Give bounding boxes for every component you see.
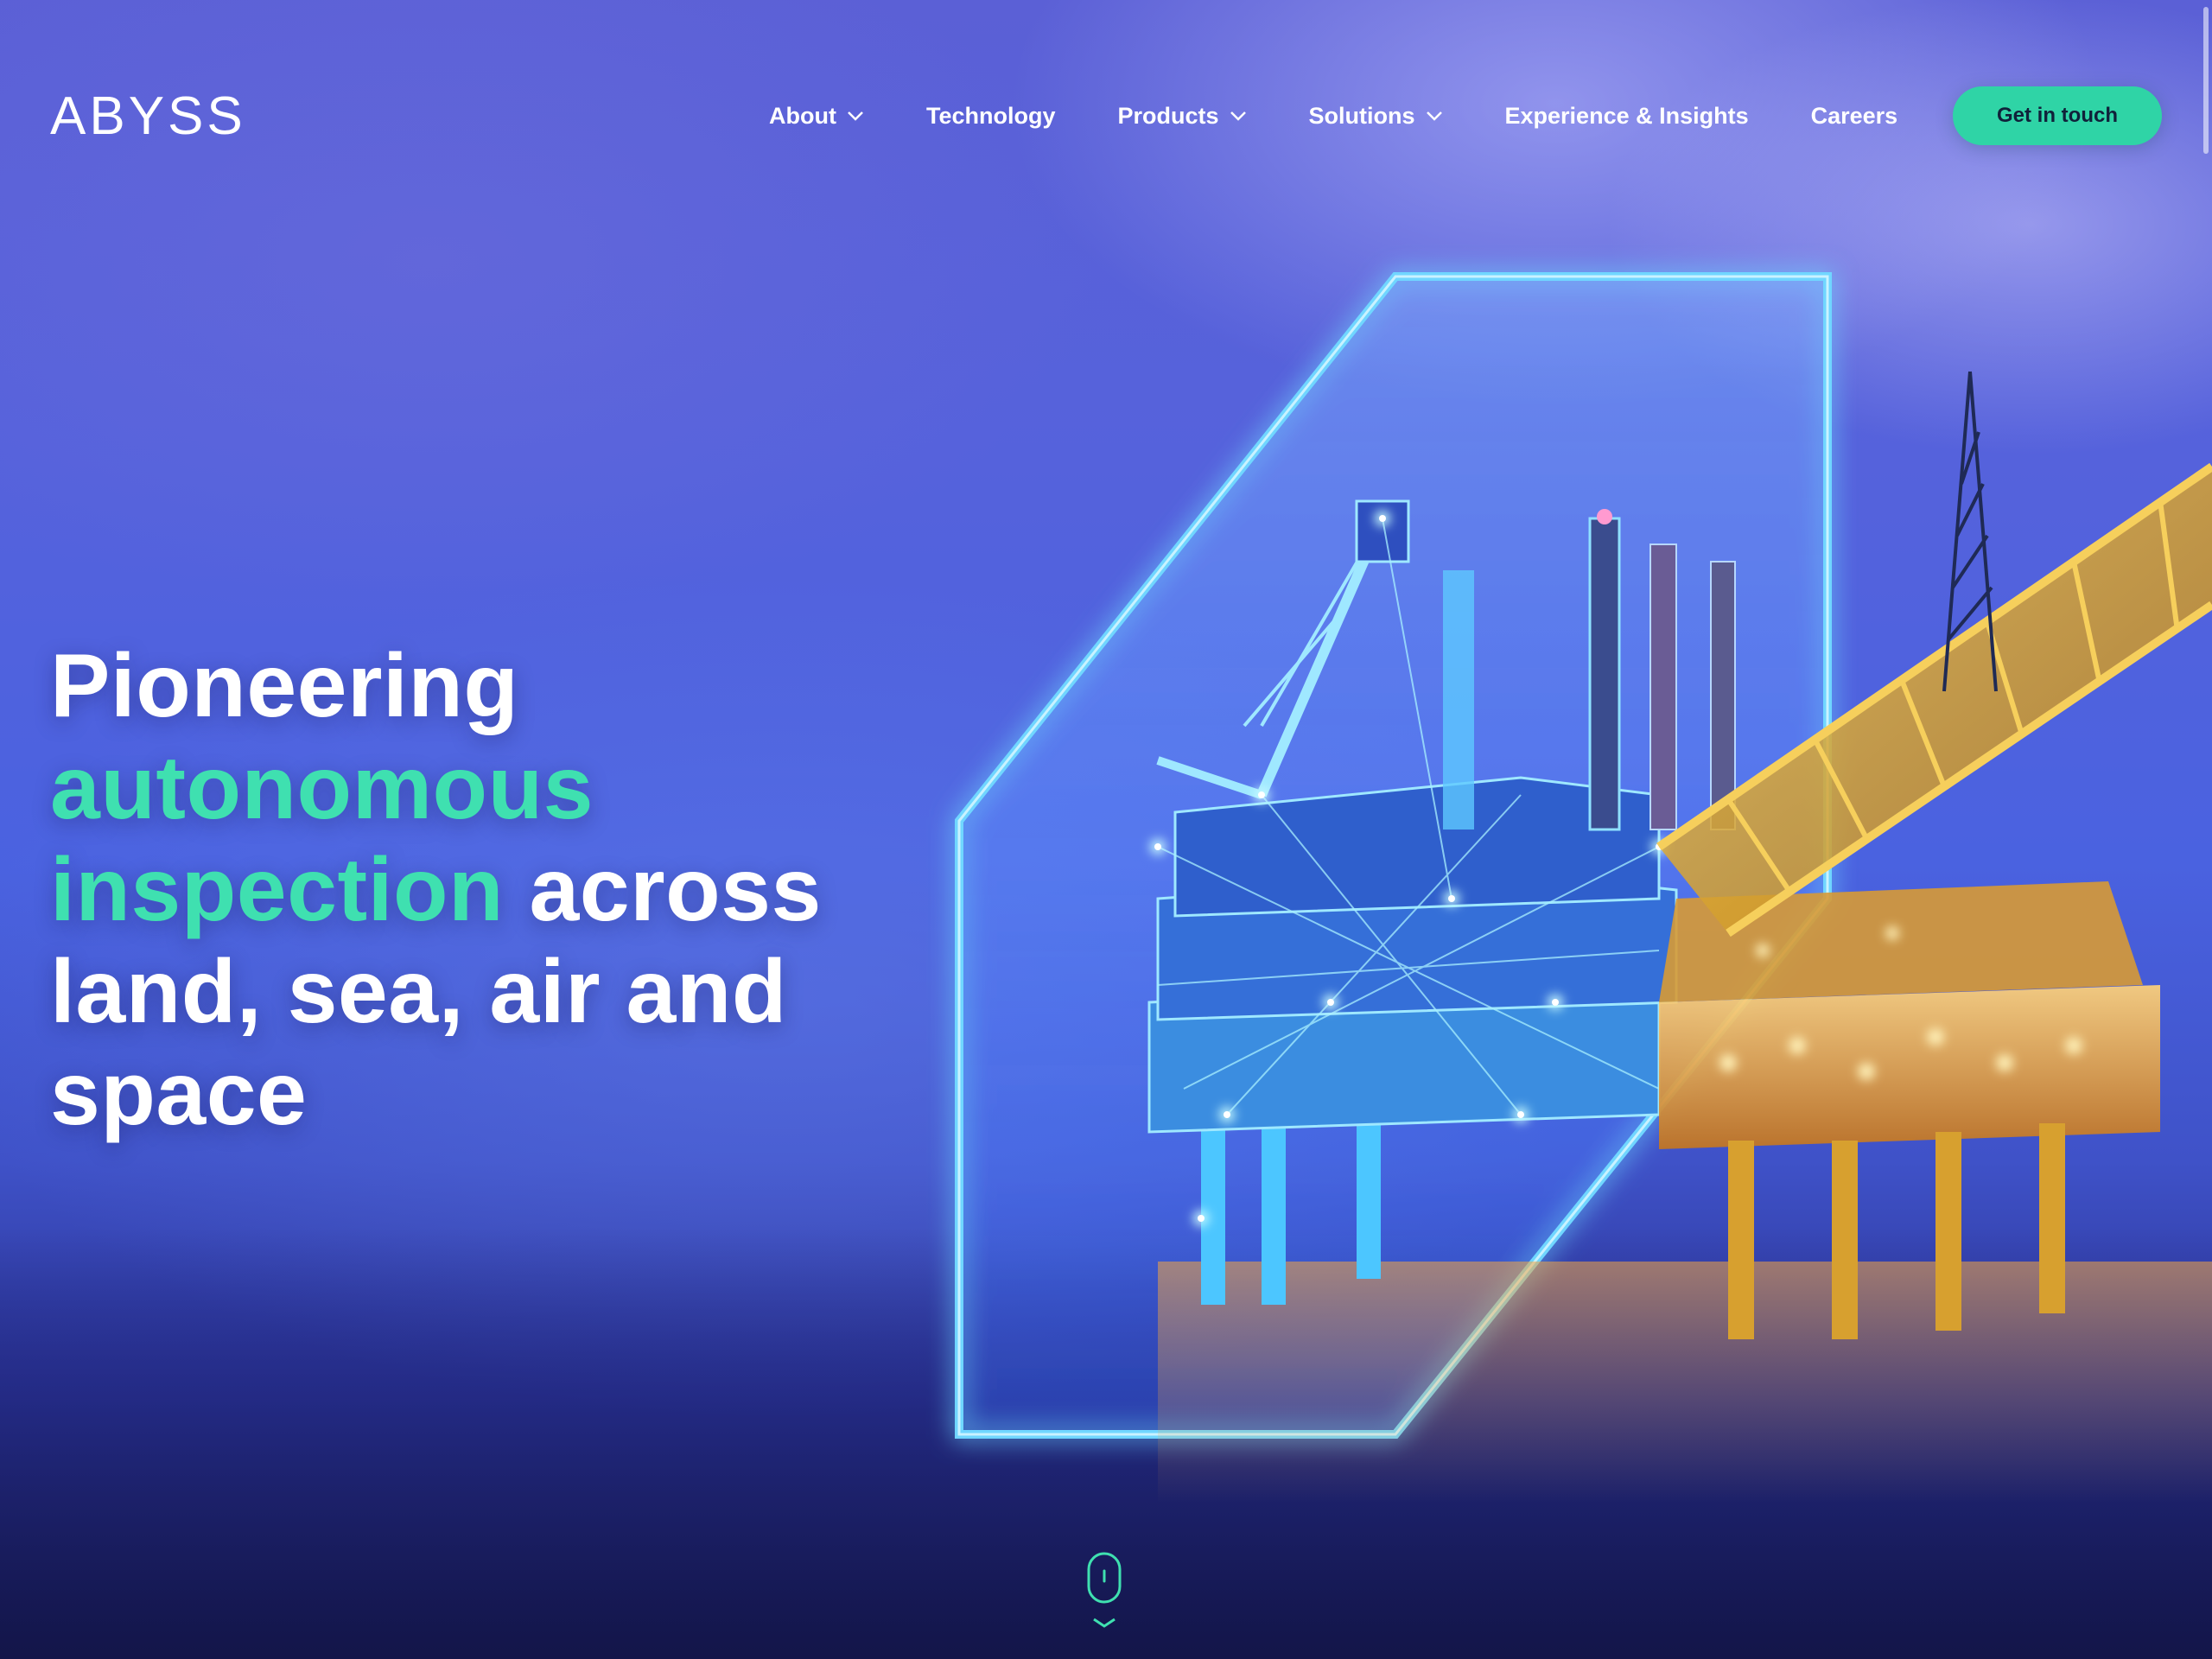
hero-line-3-rest: across — [504, 840, 822, 940]
nav-item-label: Careers — [1810, 102, 1898, 129]
hero-stage: ABYSS About Technology Products Solution… — [0, 0, 2212, 1659]
hero-line-3: inspection across — [50, 839, 897, 941]
nav-links: About Technology Products Solutions Expe… — [769, 97, 1960, 135]
nav-item-careers[interactable]: Careers — [1811, 103, 1898, 130]
nav-item-products[interactable]: Products — [1117, 103, 1246, 130]
chevron-down-icon — [848, 111, 863, 121]
hero-line-4: land, sea, air and — [50, 942, 787, 1042]
top-navigation: ABYSS About Technology Products Solution… — [0, 0, 2212, 233]
offshore-platform-illustration — [955, 272, 2212, 1503]
nav-item-label: Experience & Insights — [1504, 102, 1749, 129]
nav-item-solutions[interactable]: Solutions — [1309, 103, 1443, 130]
nav-item-label: Solutions — [1308, 102, 1415, 129]
nav-item-label: About — [769, 102, 836, 129]
chevron-down-icon — [1230, 111, 1246, 121]
abyss-logo[interactable]: ABYSS — [50, 86, 292, 147]
mouse-scroll-icon[interactable] — [1085, 1552, 1125, 1635]
nav-item-label: Products — [1117, 102, 1219, 129]
nav-item-technology[interactable]: Technology — [926, 103, 1056, 130]
page-scrollbar[interactable] — [2203, 7, 2209, 154]
hero-line-5: space — [50, 1044, 308, 1144]
chevron-down-icon — [1426, 111, 1442, 121]
hero-headline: Pioneering autonomous inspection across … — [50, 635, 897, 1145]
hero-line-3-accent: inspection — [50, 840, 505, 940]
hero-line-2: autonomous — [50, 738, 594, 838]
nav-item-label: Technology — [925, 102, 1056, 129]
nav-item-about[interactable]: About — [769, 103, 864, 130]
logo-wordmark: ABYSS — [50, 86, 246, 146]
get-in-touch-button[interactable]: Get in touch — [1953, 86, 2162, 145]
hero-line-1: Pioneering — [50, 636, 519, 736]
nav-item-experience-insights[interactable]: Experience & Insights — [1505, 103, 1749, 130]
